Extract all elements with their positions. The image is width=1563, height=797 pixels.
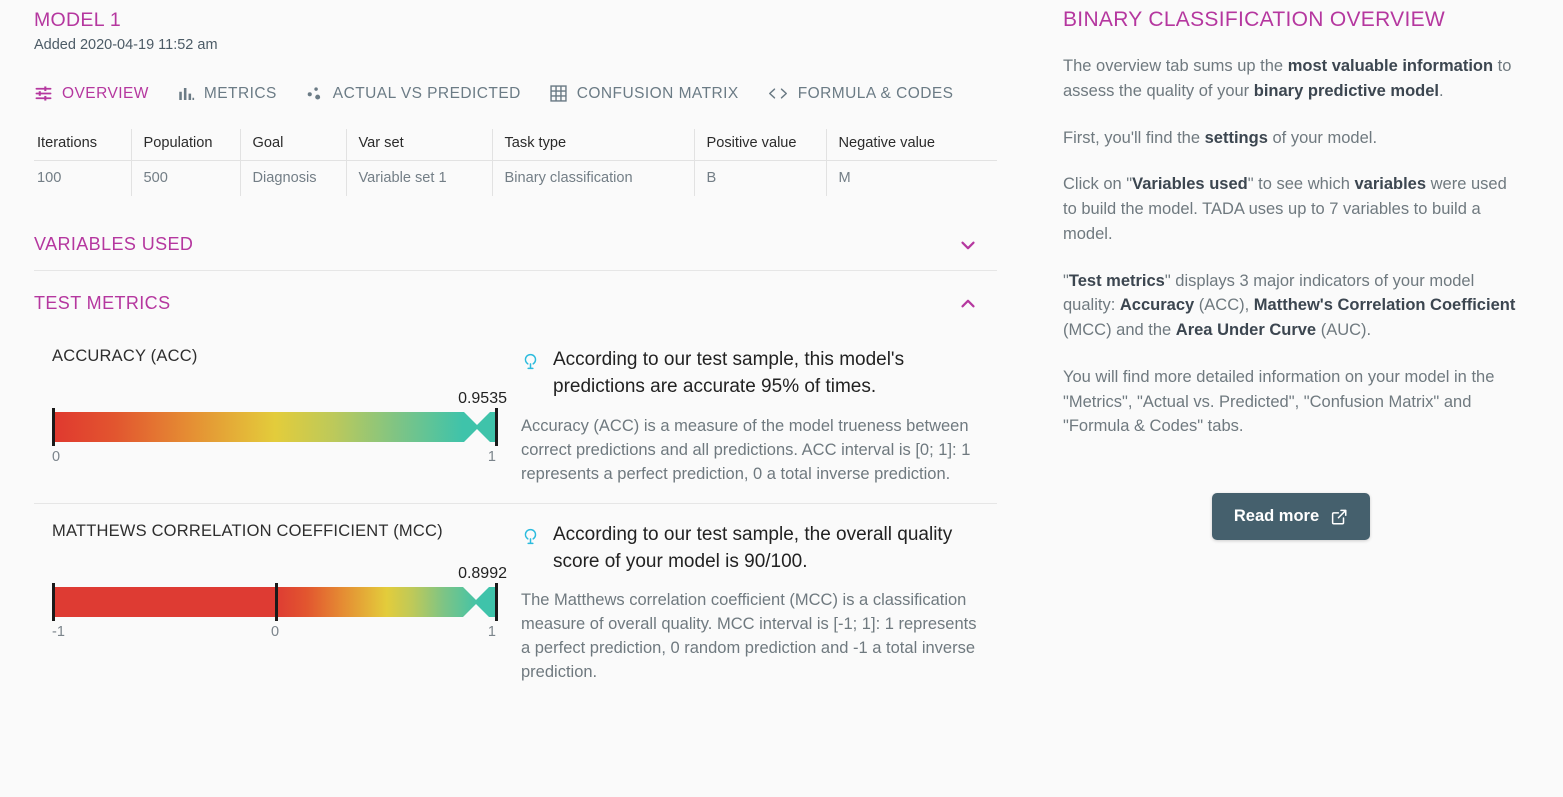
section-variables-used-title: VARIABLES USED	[34, 234, 194, 255]
th-task-type: Task type	[492, 128, 695, 161]
lightbulb-icon	[521, 526, 541, 553]
accuracy-axis-labels: 0 1	[52, 449, 498, 469]
th-var-set: Var set	[346, 128, 493, 161]
mcc-axis-end-cap	[495, 582, 498, 621]
mcc-value: 0.8992	[458, 564, 507, 582]
mcc-axis-start-cap	[52, 582, 55, 621]
mcc-axis-min: -1	[52, 623, 65, 640]
tab-bar: OVERVIEW METRICS ACTUAL VS PREDICTED CON…	[34, 81, 1015, 107]
mcc-axis-mid: 0	[270, 623, 280, 640]
code-brackets-icon	[767, 84, 789, 103]
mcc-bar	[52, 582, 498, 621]
th-goal: Goal	[240, 128, 347, 161]
accuracy-description: According to our test sample, this model…	[509, 347, 979, 487]
tune-icon	[34, 84, 53, 103]
mcc-axis-labels: -1 0 1	[52, 624, 498, 644]
tab-confusion-matrix[interactable]: CONFUSION MATRIX	[549, 84, 739, 103]
th-negative-value: Negative value	[826, 128, 997, 161]
tab-formula-and-codes-label: FORMULA & CODES	[797, 84, 954, 102]
accuracy-gauge-title: ACCURACY (ACC)	[52, 346, 198, 365]
accuracy-headline: According to our test sample, this model…	[553, 348, 905, 397]
tab-metrics[interactable]: METRICS	[177, 85, 277, 103]
tab-actual-vs-predicted[interactable]: ACTUAL VS PREDICTED	[305, 84, 521, 103]
mcc-axis-max: 1	[487, 623, 496, 640]
bar-chart-icon	[177, 85, 195, 103]
sidebar-paragraph-2: First, you'll find the settings of your …	[1063, 128, 1378, 147]
chevron-down-icon[interactable]	[957, 234, 979, 256]
tab-formula-and-codes[interactable]: FORMULA & CODES	[767, 84, 954, 103]
accuracy-body: Accuracy (ACC) is a measure of the model…	[521, 416, 971, 483]
model-added-timestamp: Added 2020-04-19 11:52 am	[34, 37, 218, 54]
read-more-button[interactable]: Read more	[1211, 493, 1371, 541]
accuracy-gauge: ACCURACY (ACC) 0.9535 0 1	[34, 347, 509, 487]
th-iterations: Iterations	[34, 128, 132, 161]
sidebar-paragraph-5: You will find more detailed information …	[1063, 367, 1495, 436]
scatter-plot-icon	[305, 84, 324, 103]
tab-confusion-matrix-label: CONFUSION MATRIX	[576, 84, 739, 102]
tab-metrics-label: METRICS	[203, 84, 277, 102]
tab-overview-label: OVERVIEW	[62, 84, 149, 102]
td-population: 500	[131, 160, 241, 196]
sidebar-paragraph-1: The overview tab sums up the most valuab…	[1063, 57, 1512, 100]
accuracy-axis-min: 0	[52, 448, 61, 465]
accuracy-axis-start-cap	[52, 407, 55, 446]
lightbulb-icon	[521, 351, 541, 378]
section-test-metrics[interactable]: TEST METRICS	[34, 271, 997, 329]
main-content-column: MODEL 1 Added 2020-04-19 11:52 am OVERVI…	[0, 0, 1015, 797]
sidebar-paragraph-3: Click on "Variables used" to see which v…	[1063, 175, 1507, 243]
mcc-gauge: MATTHEWS CORRELATION COEFFICIENT (MCC) 0…	[34, 522, 509, 686]
help-sidebar: BINARY CLASSIFICATION OVERVIEW The overv…	[1015, 0, 1563, 797]
td-var-set: Variable set 1	[346, 160, 493, 196]
accuracy-bar	[52, 407, 498, 446]
metric-accuracy: ACCURACY (ACC) 0.9535 0 1 According to o…	[34, 329, 997, 504]
read-more-container: Read more	[1063, 493, 1519, 541]
grid-icon	[549, 84, 568, 103]
accordion: VARIABLES USED TEST METRICS ACCURACY (AC…	[34, 222, 997, 701]
th-positive-value: Positive value	[694, 128, 827, 161]
accuracy-value: 0.9535	[458, 389, 507, 407]
mcc-axis-mid-tick	[275, 582, 278, 621]
tab-actual-vs-predicted-label: ACTUAL VS PREDICTED	[332, 84, 521, 102]
th-population: Population	[131, 128, 241, 161]
section-variables-used[interactable]: VARIABLES USED	[34, 222, 997, 271]
model-settings-table: Iterations Population Goal Var set Task …	[34, 128, 997, 196]
td-negative-value: M	[838, 169, 851, 186]
accuracy-axis-max: 1	[487, 448, 496, 465]
overview-page: MODEL 1 Added 2020-04-19 11:52 am OVERVI…	[0, 0, 1563, 797]
table-row: 100 500 Diagnosis Variable set 1 Binary …	[34, 160, 997, 196]
td-goal: Diagnosis	[240, 160, 347, 196]
mcc-body: The Matthews correlation coefficient (MC…	[521, 591, 977, 682]
read-more-label: Read more	[1233, 507, 1320, 526]
sidebar-title: BINARY CLASSIFICATION OVERVIEW	[1063, 8, 1446, 31]
metric-mcc: MATTHEWS CORRELATION COEFFICIENT (MCC) 0…	[34, 504, 997, 702]
external-link-icon	[1330, 508, 1348, 526]
mcc-gauge-title: MATTHEWS CORRELATION COEFFICIENT (MCC)	[52, 521, 443, 540]
table-header-row: Iterations Population Goal Var set Task …	[34, 128, 997, 161]
td-task-type: Binary classification	[492, 160, 695, 196]
mcc-description: According to our test sample, the overal…	[509, 522, 979, 686]
chevron-up-icon[interactable]	[957, 293, 979, 315]
td-iterations: 100	[34, 160, 132, 196]
tab-overview[interactable]: OVERVIEW	[34, 84, 149, 103]
page-title: MODEL 1	[34, 9, 121, 31]
accuracy-gradient	[52, 411, 498, 442]
td-positive-value: B	[694, 160, 827, 196]
mcc-headline: According to our test sample, the overal…	[553, 523, 953, 572]
sidebar-paragraph-4: "Test metrics" displays 3 major indicato…	[1063, 271, 1516, 340]
section-test-metrics-title: TEST METRICS	[34, 293, 171, 314]
accuracy-axis-end-cap	[495, 407, 498, 446]
